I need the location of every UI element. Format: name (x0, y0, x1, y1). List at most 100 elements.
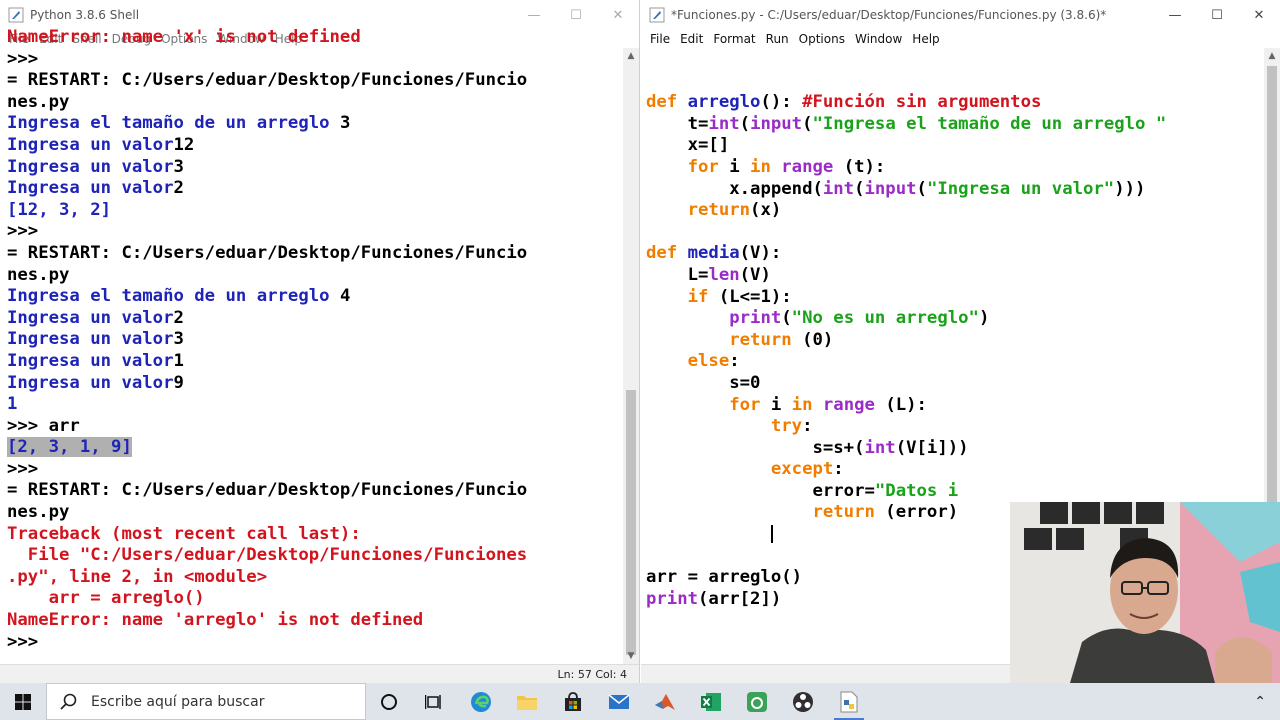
menu-edit[interactable]: Edit (675, 32, 708, 46)
shell-line: >>> arr (7, 416, 623, 438)
close-button[interactable]: ✕ (597, 0, 639, 30)
code-token: ( (916, 178, 927, 199)
code-token: for (646, 156, 730, 177)
code-token: : (833, 459, 844, 480)
menu-file[interactable]: File (645, 32, 675, 46)
code-token: (0) (802, 329, 834, 350)
code-token: return (646, 502, 886, 523)
code-token: def (646, 243, 688, 264)
shell-line: Ingresa un valor3 (7, 157, 623, 179)
shell-line: File "C:/Users/eduar/Desktop/Funciones/F… (7, 545, 623, 567)
taskbar-mail[interactable] (596, 683, 642, 720)
shell-user-input: 2 (173, 178, 184, 199)
shell-line: Ingresa el tamaño de un arreglo 4 (7, 286, 623, 308)
scroll-down-arrow-icon[interactable]: ▼ (623, 648, 639, 664)
shell-output-area[interactable]: NameError: name 'x' is not defined >>> = … (0, 27, 623, 664)
code-token: "Datos i (874, 480, 959, 501)
cortana-button[interactable] (366, 683, 412, 720)
code-token: (arr[2]) (698, 588, 782, 609)
shell-line-text: Ingresa el tamaño de un arreglo (7, 113, 340, 134)
maximize-button[interactable]: ☐ (1196, 0, 1238, 30)
minimize-button[interactable]: — (1154, 0, 1196, 30)
close-button[interactable]: ✕ (1238, 0, 1280, 30)
taskbar-search-box[interactable]: Escribe aquí para buscar (46, 683, 366, 720)
shell-statusbar: Ln: 57 Col: 4 (0, 664, 639, 683)
shell-line: nes.py (7, 265, 623, 287)
shell-line-text: Traceback (most recent call last): (7, 523, 361, 544)
code-line: return(x) (646, 200, 1264, 222)
taskbar-matlab[interactable] (642, 683, 688, 720)
code-token: error= (646, 480, 875, 501)
code-token: (): (760, 92, 803, 113)
menu-window[interactable]: Window (850, 32, 907, 46)
taskbar-store[interactable] (550, 683, 596, 720)
code-line: except: (646, 459, 1264, 481)
code-token: x.append( (646, 178, 823, 199)
code-token: #Función sin argumentos (802, 92, 1042, 113)
shell-line: = RESTART: C:/Users/eduar/Desktop/Funcio… (7, 70, 623, 92)
scroll-up-arrow-icon[interactable]: ▲ (623, 48, 639, 64)
menu-help[interactable]: Help (907, 32, 944, 46)
code-token: (V[i])) (895, 437, 969, 458)
shell-user-input: 4 (339, 286, 351, 307)
code-token: x=[] (646, 135, 730, 156)
editor-window-title: *Funciones.py - C:/Users/eduar/Desktop/F… (671, 8, 1107, 22)
taskbar-file-explorer[interactable] (504, 683, 550, 720)
code-line: x=[] (646, 135, 1264, 157)
shell-line: nes.py (7, 502, 623, 524)
scroll-up-arrow-icon[interactable]: ▲ (1264, 48, 1280, 64)
windows-start-button[interactable] (0, 683, 46, 720)
minimize-button[interactable]: — (513, 0, 555, 30)
shell-line-text: Ingresa un valor (7, 307, 174, 328)
shell-line: Ingresa un valor2 (7, 308, 623, 330)
code-token: input (750, 113, 803, 134)
code-token: ))) (1114, 178, 1146, 199)
shell-line: >>> (7, 459, 623, 481)
shell-line: = RESTART: C:/Users/eduar/Desktop/Funcio… (7, 480, 623, 502)
shell-titlebar: Python 3.8.6 Shell — ☐ ✕ (0, 0, 639, 30)
shell-line-text: Ingresa un valor (7, 156, 174, 177)
code-token: if (646, 286, 719, 307)
shell-line: Ingresa un valor12 (7, 135, 623, 157)
code-token: s=0 (646, 372, 761, 393)
code-token: t= (646, 113, 709, 134)
shell-scrollbar[interactable]: ▲ ▼ (623, 48, 639, 664)
code-line: s=s+(int(V[i])) (646, 438, 1264, 460)
code-token: input (864, 178, 917, 199)
code-token: ( (854, 178, 865, 199)
shell-line-text: 1 (7, 394, 18, 415)
shell-line: NameError: name 'x' is not defined (7, 27, 623, 49)
chevron-up-icon[interactable]: ⌃ (1246, 694, 1274, 710)
code-token: len (708, 264, 740, 285)
taskbar-edge[interactable] (458, 683, 504, 720)
code-line: x.append(int(input("Ingresa un valor"))) (646, 179, 1264, 201)
edge-browser-icon (471, 691, 491, 712)
code-line: t=int(input("Ingresa el tamaño de un arr… (646, 114, 1264, 136)
menu-options[interactable]: Options (794, 32, 850, 46)
shell-user-input: 2 (173, 307, 184, 328)
cursor-position: Ln: 57 Col: 4 (557, 667, 627, 681)
scroll-thumb[interactable] (626, 390, 636, 655)
taskbar-android-studio[interactable] (734, 683, 780, 720)
shell-line-text: [2, 3, 1, 9] (7, 437, 132, 458)
shell-line-text: Ingresa un valor (7, 178, 174, 199)
code-token: in (791, 394, 823, 415)
webcam-presenter-image (1010, 502, 1280, 683)
taskbar-excel[interactable] (688, 683, 734, 720)
code-token: L= (646, 264, 709, 285)
folder-icon (517, 695, 537, 710)
system-tray: ⌃ (1246, 694, 1280, 710)
taskbar-obs[interactable] (780, 683, 826, 720)
code-token: except (646, 459, 834, 480)
maximize-button[interactable]: ☐ (555, 0, 597, 30)
code-token: print (729, 308, 782, 329)
code-token: ( (802, 113, 813, 134)
task-view-button[interactable] (412, 683, 458, 720)
menu-run[interactable]: Run (761, 32, 794, 46)
shell-user-input: 3 (173, 156, 184, 177)
taskbar-python-idle[interactable] (826, 683, 872, 720)
shell-line: [2, 3, 1, 9] (7, 437, 623, 459)
menu-format[interactable]: Format (708, 32, 760, 46)
